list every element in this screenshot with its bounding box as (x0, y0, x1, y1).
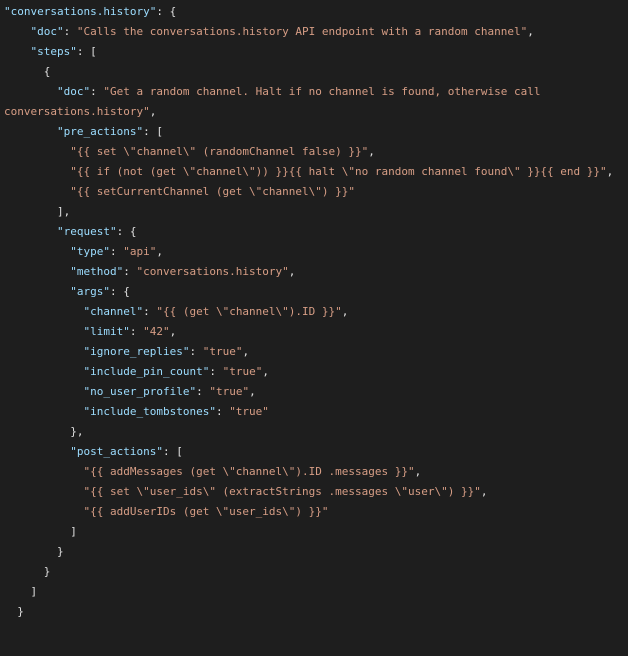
json-string: "{{ if (not (get \"channel\")) }}{{ halt… (70, 165, 606, 178)
punct: : { (117, 225, 137, 238)
punct: , (242, 345, 249, 358)
punct: : { (156, 5, 176, 18)
punct: : (216, 405, 229, 418)
json-key: "method" (70, 265, 123, 278)
punct: : (90, 85, 103, 98)
json-key: "pre_actions" (57, 125, 143, 138)
json-key: "include_tombstones" (83, 405, 215, 418)
punct: : { (110, 285, 130, 298)
code-block: "conversations.history": { "doc": "Calls… (0, 0, 628, 628)
json-string: "conversations.history" (136, 265, 288, 278)
json-string: "{{ setCurrentChannel (get \"channel\") … (70, 185, 355, 198)
json-string: "42" (143, 325, 170, 338)
punct: } (44, 565, 51, 578)
punct: }, (70, 425, 83, 438)
punct: , (368, 145, 375, 158)
punct: : (64, 25, 77, 38)
json-key: "ignore_replies" (83, 345, 189, 358)
punct: : (196, 385, 209, 398)
json-string: "true" (223, 365, 263, 378)
json-key: "args" (70, 285, 110, 298)
punct: : [ (77, 45, 97, 58)
punct: : (143, 305, 156, 318)
punct: , (170, 325, 177, 338)
json-string: "{{ addMessages (get \"channel\").ID .me… (83, 465, 414, 478)
punct: , (527, 25, 534, 38)
punct: : [ (143, 125, 163, 138)
json-key: "post_actions" (70, 445, 163, 458)
punct: , (607, 165, 614, 178)
json-string: "api" (123, 245, 156, 258)
json-key: "conversations.history" (4, 5, 156, 18)
punct: : (130, 325, 143, 338)
json-key: "no_user_profile" (83, 385, 196, 398)
punct: , (249, 385, 256, 398)
punct: ] (70, 525, 77, 538)
json-string: "true" (209, 385, 249, 398)
json-key: "include_pin_count" (83, 365, 209, 378)
punct: } (57, 545, 64, 558)
json-string: "Calls the conversations.history API end… (77, 25, 527, 38)
json-string: "{{ addUserIDs (get \"user_ids\") }}" (83, 505, 328, 518)
punct: , (481, 485, 488, 498)
punct: , (262, 365, 269, 378)
punct: : (110, 245, 123, 258)
json-string: "{{ (get \"channel\").ID }}" (156, 305, 341, 318)
punct: ], (57, 205, 70, 218)
punct: , (156, 245, 163, 258)
punct: : (123, 265, 136, 278)
json-string: "true" (203, 345, 243, 358)
punct: } (17, 605, 24, 618)
punct: { (44, 65, 51, 78)
punct: , (289, 265, 296, 278)
json-key: "request" (57, 225, 117, 238)
punct: , (415, 465, 422, 478)
json-key: "doc" (31, 25, 64, 38)
json-string: "{{ set \"user_ids\" (extractStrings .me… (83, 485, 480, 498)
punct: : (189, 345, 202, 358)
json-string: "true" (229, 405, 269, 418)
punct: , (150, 105, 157, 118)
punct: , (342, 305, 349, 318)
json-key: "type" (70, 245, 110, 258)
json-string: "{{ set \"channel\" (randomChannel false… (70, 145, 368, 158)
punct: ] (31, 585, 38, 598)
json-key: "steps" (31, 45, 77, 58)
punct: : (209, 365, 222, 378)
json-key: "limit" (83, 325, 129, 338)
json-key: "channel" (83, 305, 143, 318)
punct: : [ (163, 445, 183, 458)
json-key: "doc" (57, 85, 90, 98)
